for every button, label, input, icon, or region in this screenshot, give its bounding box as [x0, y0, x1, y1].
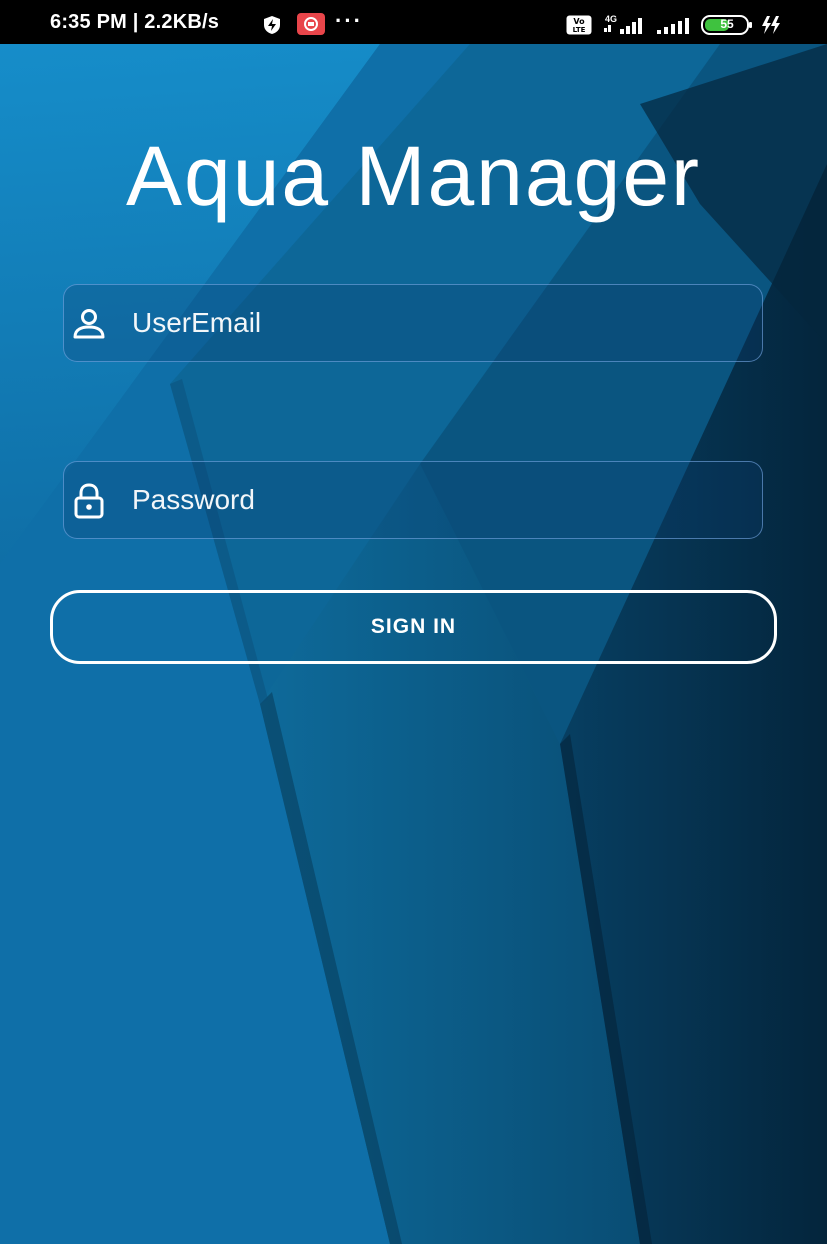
- email-input[interactable]: [132, 285, 752, 361]
- notification-app-icon: [297, 13, 325, 35]
- svg-text:LTE: LTE: [573, 26, 586, 34]
- charging-icon: [762, 16, 780, 34]
- data-saver-icon: [264, 16, 280, 34]
- app-title: Aqua Manager: [125, 129, 702, 223]
- status-more: ···: [335, 8, 363, 33]
- sign-in-button[interactable]: SIGN IN: [50, 590, 777, 664]
- signal-4g-icon: [604, 18, 642, 34]
- status-time: 6:35 PM | 2.2KB/s: [50, 11, 220, 33]
- battery-level: 55: [720, 17, 734, 31]
- status-bar: 6:35 PM | 2.2KB/s ··· Vo LTE 4G 55: [0, 0, 827, 44]
- svg-text:Vo: Vo: [573, 17, 585, 26]
- volte-icon: Vo LTE: [566, 15, 592, 35]
- lock-icon: [74, 483, 104, 519]
- password-field-container[interactable]: [63, 461, 763, 539]
- login-screen: 6:35 PM | 2.2KB/s ··· Vo LTE 4G 55 Aqua …: [0, 0, 827, 1244]
- signal-icon: [657, 18, 689, 34]
- password-input[interactable]: [132, 462, 752, 538]
- email-field-container[interactable]: [63, 284, 763, 362]
- user-icon: [73, 309, 105, 339]
